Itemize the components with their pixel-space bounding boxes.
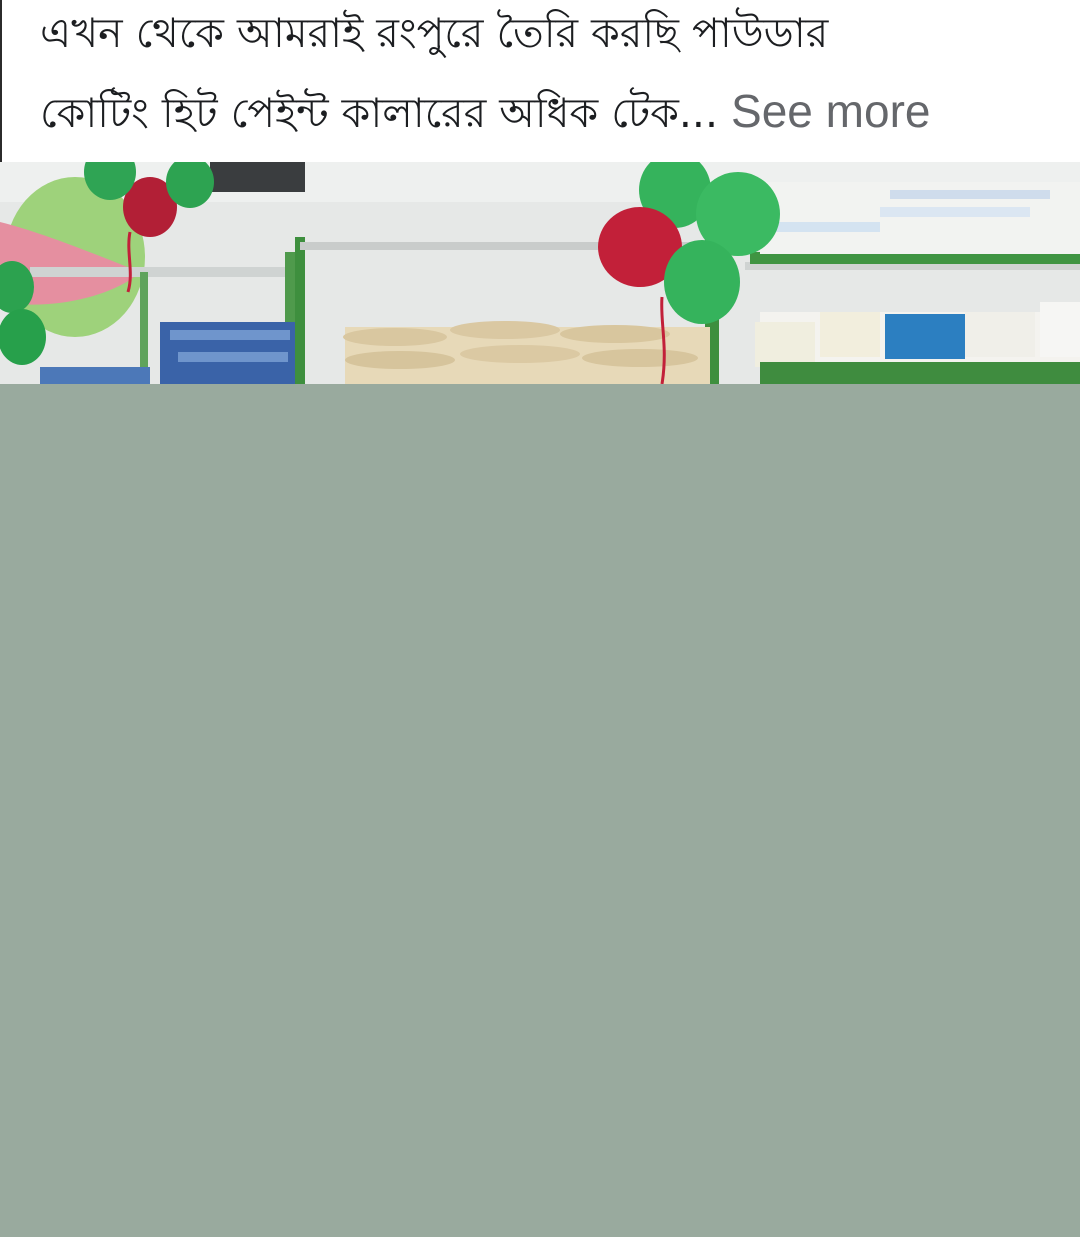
image-loading-placeholder bbox=[0, 384, 1080, 1237]
see-more-link[interactable]: See more bbox=[731, 85, 930, 137]
store-shelves-photo bbox=[0, 162, 1080, 384]
caption-line-2: কোটিং হিট পেইন্ট কালারের অধিক টেক... bbox=[40, 89, 718, 137]
post-caption-text: এখন থেকে আমরাই রংপুরে তৈরি করছি পাউডার ক… bbox=[40, 0, 1050, 152]
caption-line-1: এখন থেকে আমরাই রংপুরে তৈরি করছি পাউডার bbox=[40, 9, 829, 57]
post-caption: এখন থেকে আমরাই রংপুরে তৈরি করছি পাউডার ক… bbox=[0, 0, 1080, 162]
post-view: এখন থেকে আমরাই রংপুরে তৈরি করছি পাউডার ক… bbox=[0, 0, 1080, 1237]
post-photo[interactable] bbox=[0, 162, 1080, 384]
